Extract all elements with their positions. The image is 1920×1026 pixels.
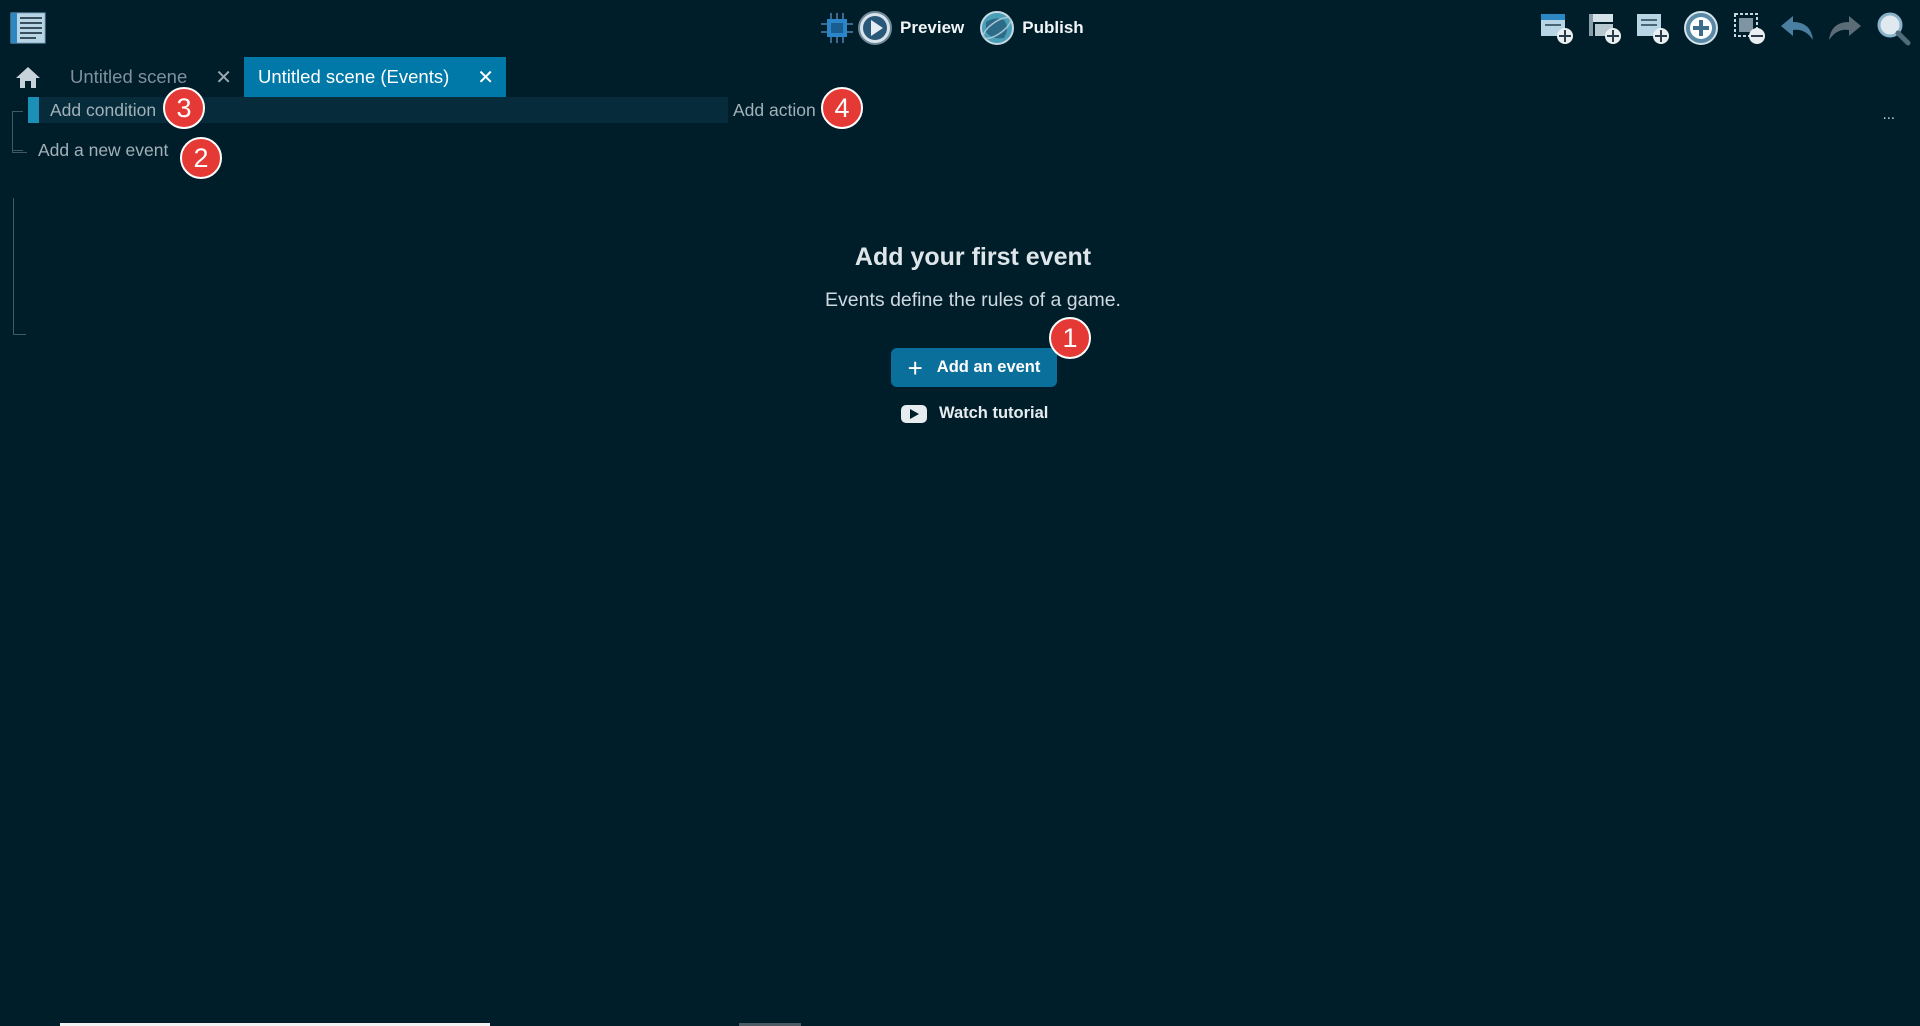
tab-untitled-scene-events[interactable]: Untitled scene (Events) ✕ bbox=[244, 57, 507, 97]
add-event-icon[interactable] bbox=[1538, 9, 1576, 47]
badge-3: 3 bbox=[163, 87, 205, 129]
watch-tutorial-label: Watch tutorial bbox=[939, 404, 1049, 422]
preview-publish-group: Preview Publish bbox=[818, 10, 1098, 46]
plus-icon: + bbox=[907, 352, 923, 383]
badge-1: 1 bbox=[1049, 317, 1091, 359]
empty-state-subtitle: Events define the rules of a game. bbox=[825, 289, 1121, 311]
badge-2: 2 bbox=[180, 137, 222, 179]
condition-marker bbox=[28, 97, 39, 123]
delete-selection-icon[interactable] bbox=[1730, 9, 1768, 47]
more-options-button[interactable]: ... bbox=[1883, 108, 1895, 123]
debugger-icon[interactable] bbox=[818, 9, 856, 47]
close-icon[interactable]: ✕ bbox=[477, 65, 494, 90]
add-an-event-label: Add an event bbox=[936, 358, 1041, 376]
youtube-icon bbox=[901, 404, 927, 423]
search-icon[interactable] bbox=[1874, 9, 1912, 47]
new-event-bracket bbox=[12, 130, 27, 153]
add-action-button[interactable]: Add action bbox=[733, 100, 816, 121]
tab-label: Untitled scene (Events) bbox=[258, 66, 450, 87]
preview-play-icon[interactable] bbox=[856, 9, 894, 47]
tab-untitled-scene[interactable]: Untitled scene ✕ bbox=[56, 57, 244, 97]
event-tools-group bbox=[1538, 9, 1912, 47]
add-an-event-button[interactable]: + Add an event bbox=[891, 348, 1057, 387]
empty-state-title: Add your first event bbox=[854, 243, 1092, 271]
home-icon bbox=[16, 67, 40, 88]
home-tab[interactable] bbox=[0, 57, 56, 97]
publish-globe-icon[interactable] bbox=[978, 9, 1016, 47]
watch-tutorial-link[interactable]: Watch tutorial bbox=[901, 404, 1048, 423]
undo-icon[interactable] bbox=[1778, 9, 1816, 47]
add-other-icon[interactable] bbox=[1682, 9, 1720, 47]
redo-icon[interactable] bbox=[1826, 9, 1864, 47]
event-row: Add condition bbox=[12, 97, 728, 151]
add-subevent-icon[interactable] bbox=[1586, 9, 1624, 47]
add-condition-button[interactable]: Add condition bbox=[50, 100, 156, 121]
tab-label: Untitled scene bbox=[70, 66, 188, 87]
add-comment-icon[interactable] bbox=[1634, 9, 1672, 47]
close-icon[interactable]: ✕ bbox=[215, 65, 232, 90]
add-new-event-button[interactable]: Add a new event bbox=[38, 140, 168, 161]
top-toolbar: Preview Publish bbox=[0, 0, 1920, 56]
badge-4: 4 bbox=[821, 87, 863, 129]
publish-button[interactable]: Publish bbox=[1022, 18, 1083, 38]
editor-tabs: Untitled scene ✕ Untitled scene (Events)… bbox=[0, 57, 507, 97]
events-list-icon[interactable] bbox=[10, 12, 46, 44]
preview-button[interactable]: Preview bbox=[900, 18, 964, 38]
